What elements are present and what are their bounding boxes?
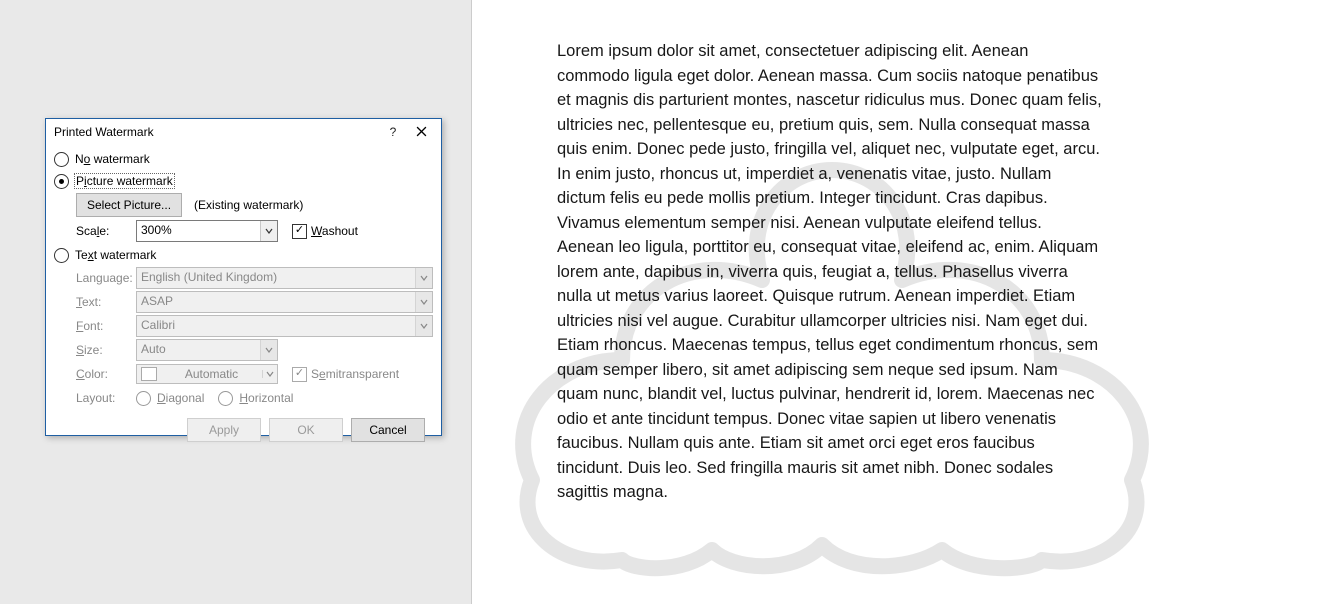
layout-diagonal-label: Diagonal <box>157 391 204 405</box>
washout-label[interactable]: Washout <box>311 224 358 238</box>
chevron-down-icon <box>260 221 277 241</box>
document-page: Lorem ipsum dolor sit amet, consectetuer… <box>471 0 1327 604</box>
scale-combo[interactable]: 300% <box>136 220 278 242</box>
language-label: Language: <box>76 271 136 285</box>
layout-horizontal-radio <box>218 391 233 406</box>
ok-button: OK <box>269 418 343 442</box>
picture-watermark-radio[interactable] <box>54 174 69 189</box>
printed-watermark-dialog: Printed Watermark ? No watermark Picture… <box>45 118 442 436</box>
text-value: ASAP <box>137 292 415 312</box>
font-combo: Calibri <box>136 315 433 337</box>
chevron-down-icon <box>415 268 432 288</box>
color-combo: Automatic <box>136 364 278 384</box>
no-watermark-label[interactable]: No watermark <box>75 152 150 166</box>
chevron-down-icon <box>260 340 277 360</box>
existing-watermark-note: (Existing watermark) <box>194 198 303 212</box>
language-combo: English (United Kingdom) <box>136 267 433 289</box>
font-value: Calibri <box>137 316 415 336</box>
font-label: Font: <box>76 319 136 333</box>
chevron-down-icon <box>415 316 432 336</box>
size-label: Size: <box>76 343 136 357</box>
select-picture-button[interactable]: Select Picture... <box>76 193 182 217</box>
size-combo: Auto <box>136 339 278 361</box>
cancel-button[interactable]: Cancel <box>351 418 425 442</box>
help-button[interactable]: ? <box>379 122 407 142</box>
language-value: English (United Kingdom) <box>137 268 415 288</box>
layout-diagonal-radio <box>136 391 151 406</box>
washout-checkbox[interactable] <box>292 224 307 239</box>
semitransparent-checkbox <box>292 367 307 382</box>
dialog-titlebar: Printed Watermark ? <box>46 119 441 144</box>
no-watermark-radio[interactable] <box>54 152 69 167</box>
close-button[interactable] <box>407 122 435 142</box>
semitransparent-label: Semitransparent <box>311 367 399 381</box>
layout-label: Layout: <box>76 391 136 405</box>
picture-watermark-label[interactable]: Picture watermark <box>75 174 174 188</box>
text-watermark-radio[interactable] <box>54 248 69 263</box>
text-watermark-label[interactable]: Text watermark <box>75 248 156 262</box>
document-body-text: Lorem ipsum dolor sit amet, consectetuer… <box>557 39 1102 505</box>
color-value: Automatic <box>161 367 262 381</box>
color-swatch-preview <box>141 367 157 381</box>
layout-horizontal-label: Horizontal <box>239 391 293 405</box>
chevron-down-icon <box>262 370 277 378</box>
color-label: Color: <box>76 367 136 381</box>
text-combo: ASAP <box>136 291 433 313</box>
text-label: Text: <box>76 295 136 309</box>
apply-button: Apply <box>187 418 261 442</box>
chevron-down-icon <box>415 292 432 312</box>
scale-value: 300% <box>137 221 260 241</box>
size-value: Auto <box>137 340 260 360</box>
dialog-title: Printed Watermark <box>54 125 379 139</box>
scale-label: Scale: <box>76 224 136 238</box>
